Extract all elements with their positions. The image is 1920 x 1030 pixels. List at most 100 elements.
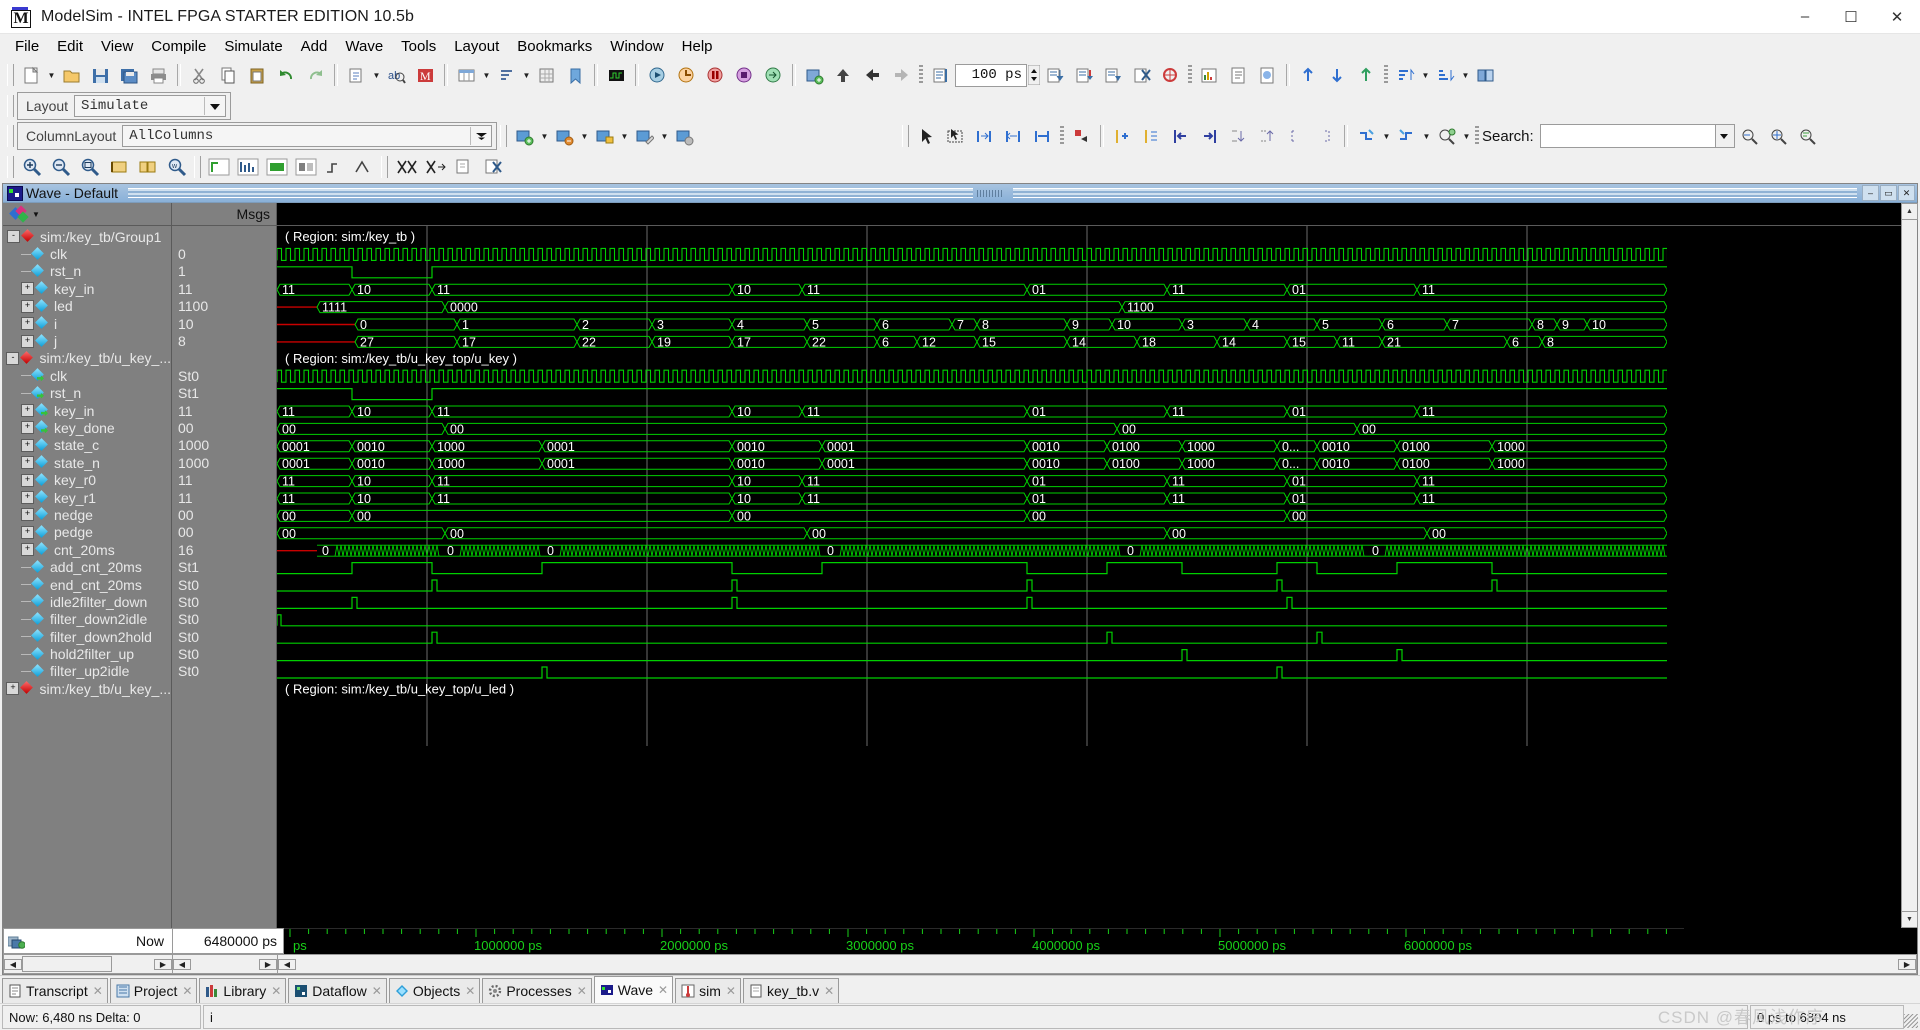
run-continue-icon[interactable] (1070, 62, 1097, 89)
zoom-in-icon[interactable] (18, 154, 45, 181)
menu-wave[interactable]: Wave (336, 36, 392, 57)
edit-cursor-icon[interactable] (631, 123, 658, 150)
zoom-in-time-icon[interactable] (971, 123, 998, 150)
sort-asc-icon[interactable] (1392, 62, 1419, 89)
save-icon[interactable] (87, 62, 114, 89)
columnlayout-combobox[interactable]: AllColumns (122, 125, 492, 147)
chevron-down-icon[interactable]: ▼ (32, 210, 40, 219)
signal-row[interactable]: + key_in (3, 402, 171, 419)
signal-group-row[interactable]: + sim:/key_tb/u_key_... (3, 680, 171, 697)
marker-icon[interactable] (1068, 123, 1095, 150)
jump-next-icon[interactable] (1196, 123, 1223, 150)
scroll-down-icon[interactable]: ▼ (1901, 911, 1918, 928)
tab-wave[interactable]: Wave ✕ (593, 976, 674, 1003)
new-file-icon[interactable] (18, 62, 45, 89)
sim-step-icon[interactable] (760, 62, 787, 89)
compile-dropdown-icon[interactable]: ▼ (371, 63, 382, 87)
run-length-stepper[interactable] (1028, 65, 1040, 85)
zoom-fit-icon[interactable] (76, 154, 103, 181)
bottom-tab-strip[interactable]: Transcript ✕ Project ✕ Library ✕ Dataflow ✕ Obje… (0, 975, 1920, 1003)
find-next-dropdown-icon[interactable]: ▼ (1421, 124, 1432, 148)
close-icon[interactable]: ✕ (824, 984, 834, 998)
signal-row[interactable]: idle2filter_down (3, 593, 171, 610)
waveform-vertical-scrollbar[interactable]: ▲ ▼ (1901, 203, 1918, 928)
search-next-icon[interactable] (1765, 123, 1792, 150)
zoom-out-time-icon[interactable] (1000, 123, 1027, 150)
run-all-icon[interactable] (1099, 62, 1126, 89)
signal-row[interactable]: + led (3, 298, 171, 315)
signal-row[interactable]: + i (3, 315, 171, 332)
chevron-down-double-icon[interactable] (470, 127, 491, 145)
signal-tree[interactable]: - sim:/key_tb/Group1 clk rst_n + key_in + led + i… (3, 226, 171, 928)
save-all-icon[interactable] (116, 62, 143, 89)
collapse-time-icon[interactable] (1254, 123, 1281, 150)
report-icon[interactable] (1225, 62, 1252, 89)
cut-wave-icon[interactable] (392, 154, 419, 181)
values-hscrollbar[interactable]: ◀ ▶ (173, 954, 278, 974)
waveform-canvas[interactable]: ( Region: sim:/key_tb ) 11 10 11 10 11 01 11 01 1… (277, 226, 1901, 928)
signal-row[interactable]: filter_down2hold (3, 628, 171, 645)
collapse-toggle-icon[interactable]: - (7, 230, 20, 244)
minimize-button[interactable]: – (1782, 0, 1828, 33)
resize-grip[interactable] (1904, 1014, 1918, 1028)
close-icon[interactable]: ✕ (726, 984, 736, 998)
scroll-right-icon[interactable]: ▶ (1898, 958, 1916, 970)
scroll-left-icon[interactable]: ◀ (4, 958, 22, 970)
run-length-input[interactable]: 100 ps (955, 63, 1027, 87)
layout-combobox[interactable]: Simulate (74, 95, 227, 117)
signal-row[interactable]: clk (3, 245, 171, 262)
wave-format-ramp-icon[interactable] (350, 154, 377, 181)
expand-toggle-icon[interactable]: + (6, 682, 20, 696)
sort-dropdown-icon[interactable]: ▼ (521, 63, 532, 87)
menu-bookmarks[interactable]: Bookmarks (508, 36, 601, 57)
sim-break-icon[interactable] (702, 62, 729, 89)
expand-time-icon[interactable] (1225, 123, 1252, 150)
expand-toggle-icon[interactable]: + (21, 491, 34, 505)
zoom-out-icon[interactable] (47, 154, 74, 181)
wave-format-analog-icon[interactable] (234, 154, 261, 181)
menu-help[interactable]: Help (673, 36, 722, 57)
stop-run-icon[interactable] (1128, 62, 1155, 89)
signal-row[interactable]: clk (3, 367, 171, 384)
signal-row[interactable]: rst_n (3, 263, 171, 280)
remove-cursor-dropdown-icon[interactable]: ▼ (579, 124, 590, 148)
search-prev-icon[interactable] (1736, 123, 1763, 150)
tab-transcript[interactable]: Transcript ✕ (2, 978, 108, 1003)
sort-desc-icon[interactable] (1432, 62, 1459, 89)
signal-row[interactable]: + j (3, 332, 171, 349)
signal-row[interactable]: + key_in (3, 280, 171, 297)
expand-toggle-icon[interactable]: + (21, 543, 34, 557)
expand-all-time-icon[interactable] (1283, 123, 1310, 150)
wave-format-mixed-icon[interactable] (292, 154, 319, 181)
names-hscrollbar[interactable]: ◀ ▶ (3, 954, 173, 974)
jump-prev-icon[interactable] (1167, 123, 1194, 150)
signal-group-row[interactable]: - sim:/key_tb/u_key_... (3, 350, 171, 367)
tab-objects[interactable]: Objects ✕ (388, 978, 481, 1003)
close-icon[interactable]: ✕ (658, 983, 668, 997)
wave-minimize-button[interactable]: – (1862, 185, 1880, 201)
tab-project[interactable]: Project ✕ (109, 978, 198, 1003)
scroll-up-icon[interactable]: ▲ (1901, 203, 1918, 220)
copy-wave-icon[interactable] (450, 154, 477, 181)
close-icon[interactable]: ✕ (372, 984, 382, 998)
close-icon[interactable]: ✕ (271, 984, 281, 998)
tab-processes[interactable]: Processes ✕ (482, 978, 592, 1003)
sort-icon[interactable] (493, 62, 520, 89)
signal-row[interactable]: + state_c (3, 437, 171, 454)
expand-toggle-icon[interactable]: + (21, 317, 34, 331)
cursor-tool-icons[interactable] (4, 934, 25, 949)
signal-row[interactable]: filter_up2idle (3, 663, 171, 680)
sim-run-icon[interactable] (644, 62, 671, 89)
profile-icon[interactable] (1254, 62, 1281, 89)
add-wave-icon[interactable] (801, 62, 828, 89)
signal-row[interactable]: add_cnt_20ms (3, 558, 171, 575)
close-icon[interactable]: ✕ (93, 984, 103, 998)
wave-window-icon[interactable] (603, 62, 630, 89)
tab-dataflow[interactable]: Dataflow ✕ (288, 978, 387, 1003)
expand-toggle-icon[interactable]: + (21, 525, 34, 539)
paste-wave-icon[interactable] (421, 154, 448, 181)
paste-icon[interactable] (244, 62, 271, 89)
menu-file[interactable]: File (6, 36, 48, 57)
run-length-field-icon[interactable] (927, 62, 954, 89)
wave-drag-handle[interactable] (976, 189, 1003, 197)
